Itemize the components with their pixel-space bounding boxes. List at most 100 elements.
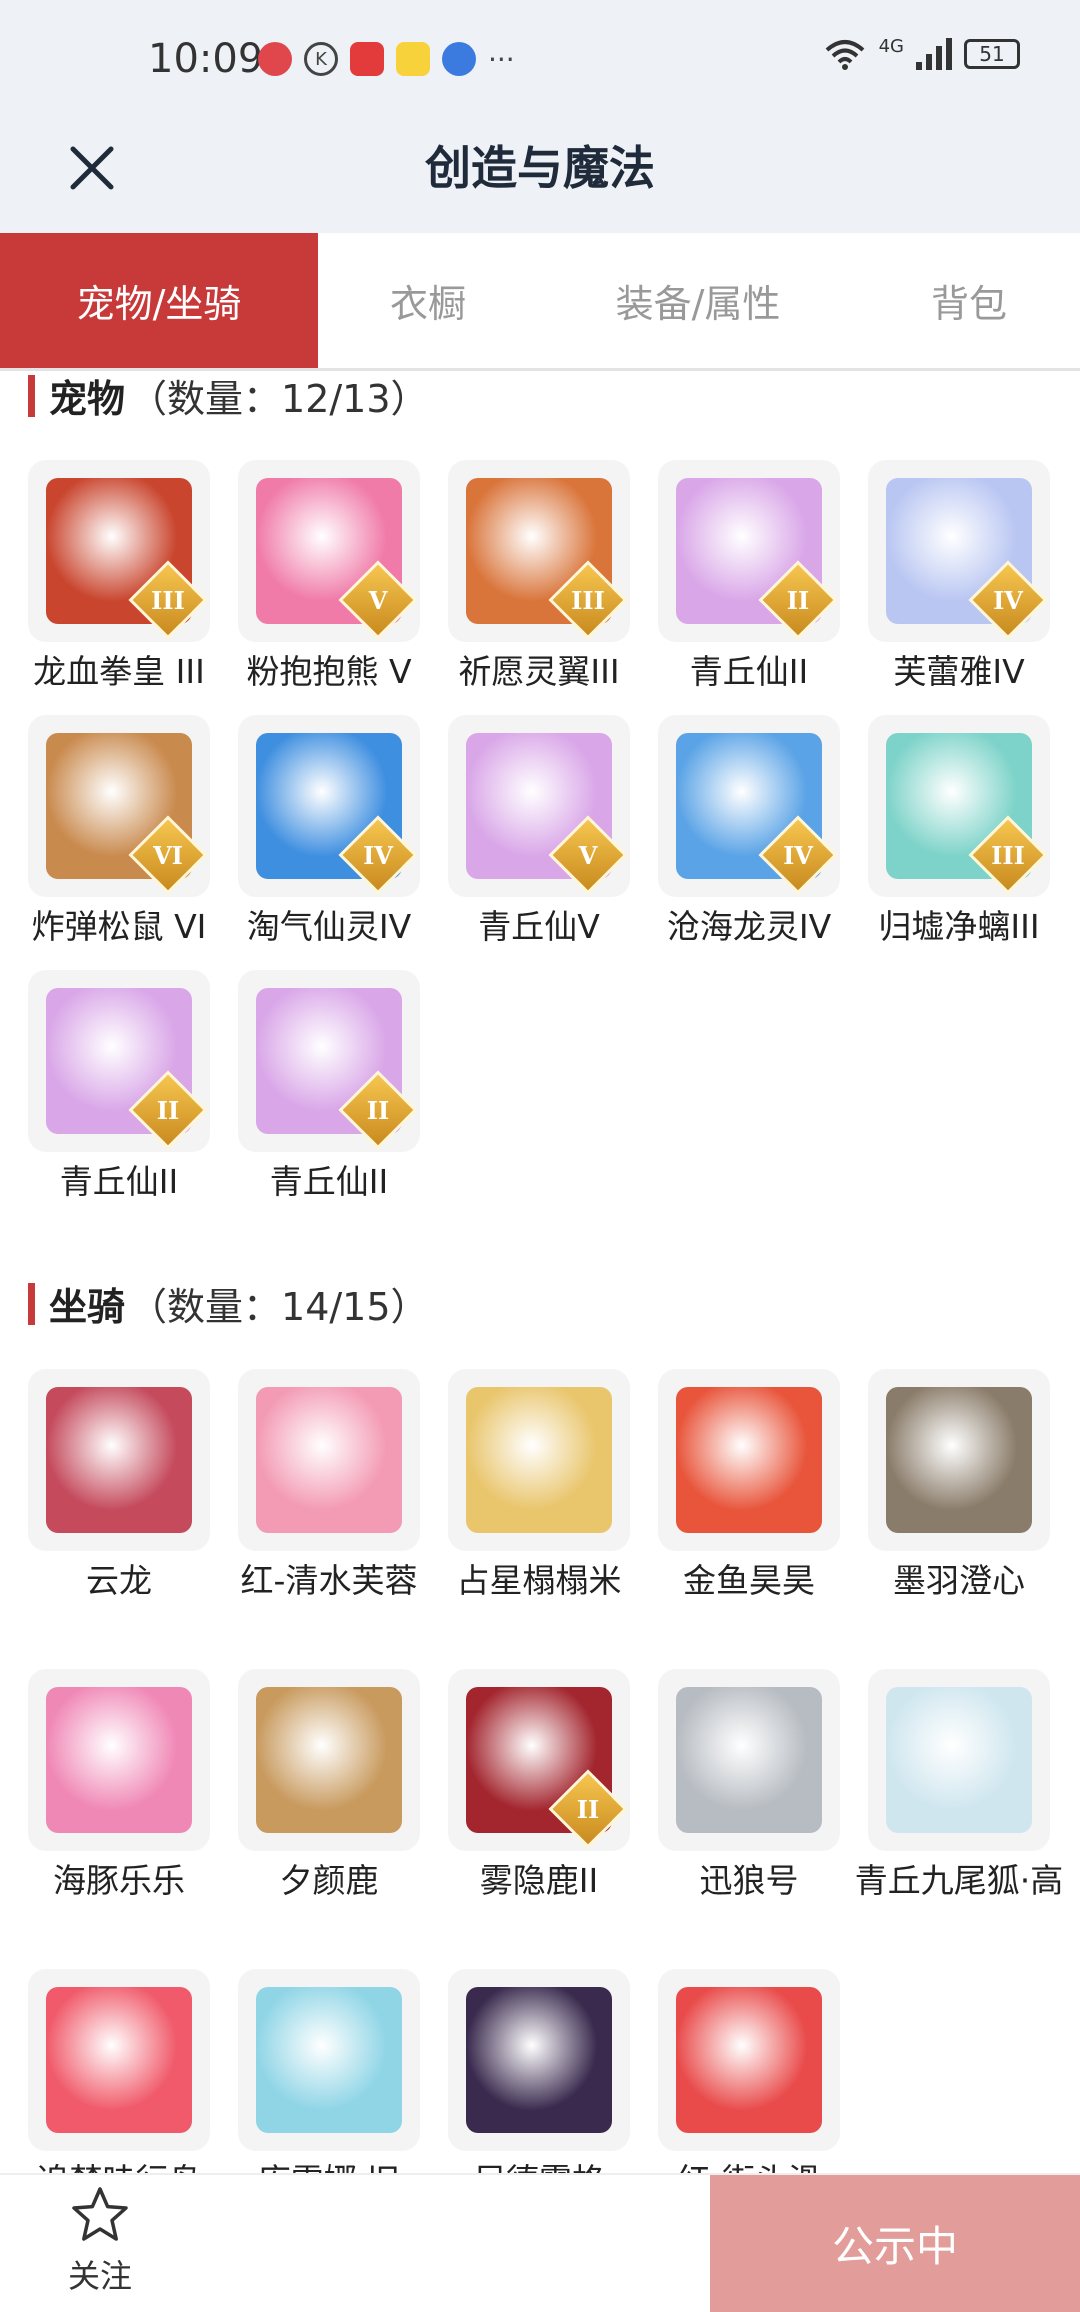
- rank-label: V: [368, 585, 388, 615]
- status-bar: 10:09 K ··· 4G 51: [0, 0, 1080, 120]
- mounts-artwork: [256, 1387, 402, 1533]
- pets-thumbnail: IV: [658, 715, 840, 897]
- browser-app-icon: [442, 42, 476, 76]
- mounts-name: 红-街头滑: [644, 2159, 854, 2173]
- mounts-item[interactable]: 库雷娜·旧: [238, 1969, 420, 2173]
- mounts-thumbnail: [28, 1669, 210, 1851]
- pets-item[interactable]: IV 芙蕾雅IV: [868, 460, 1050, 694]
- collection-content[interactable]: 宠物 （数量：12/13） III 龙血拳皇 III V 粉抱抱熊 V III 祈愿灵翼I…: [0, 368, 1080, 2173]
- follow-label: 关注: [67, 2257, 132, 2295]
- mounts-name: 云龙: [86, 1561, 152, 1600]
- mounts-item[interactable]: 尼德霍格: [448, 1969, 630, 2173]
- pets-thumbnail: V: [238, 460, 420, 642]
- mounts-thumbnail: [658, 1369, 840, 1551]
- mounts-item[interactable]: 云龙: [28, 1369, 210, 1603]
- rank-label: IV: [993, 585, 1023, 615]
- mounts-name: 墨羽澄心: [893, 1561, 1025, 1600]
- pets-item[interactable]: IV 沧海龙灵IV: [658, 715, 840, 949]
- pets-name: 沧海龙灵IV: [666, 907, 832, 946]
- pets-name: 青丘仙II: [689, 652, 809, 691]
- mounts-item[interactable]: 夕颜鹿: [238, 1669, 420, 1903]
- tab-pets-mounts[interactable]: 宠物/坐骑: [0, 233, 318, 368]
- bottom-bar: 关注 公示中: [0, 2173, 1080, 2312]
- more-notifications-icon: ···: [488, 42, 515, 76]
- pets-thumbnail: II: [658, 460, 840, 642]
- pets-item[interactable]: III 祈愿灵翼III: [448, 460, 630, 694]
- mounts-thumbnail: [28, 1969, 210, 2151]
- mounts-thumbnail: [448, 1369, 630, 1551]
- k-app-icon: K: [304, 42, 338, 76]
- mounts-name: 追梦哇行鸟: [14, 2159, 224, 2173]
- mounts-item[interactable]: 金鱼昊昊: [658, 1369, 840, 1603]
- mounts-item[interactable]: 迅狼号: [658, 1669, 840, 1903]
- mounts-name: 金鱼昊昊: [683, 1561, 815, 1600]
- mounts-section-header: 坐骑 （数量：14/15）: [28, 1276, 429, 1331]
- tab-backpack[interactable]: 背包: [858, 233, 1080, 368]
- mounts-section-title: 坐骑: [49, 1285, 126, 1329]
- page-title: 创造与魔法: [425, 141, 655, 195]
- pets-name: 青丘仙V: [478, 907, 600, 946]
- mounts-name: 尼德霍格: [434, 2159, 644, 2173]
- mounts-thumbnail: [868, 1369, 1050, 1551]
- public-status-button[interactable]: 公示中: [710, 2175, 1080, 2312]
- signal-icon: [916, 38, 952, 70]
- mounts-artwork: [46, 1987, 192, 2133]
- mounts-thumbnail: [658, 1669, 840, 1851]
- pets-item[interactable]: V 粉抱抱熊 V: [238, 460, 420, 694]
- pets-section-count: （数量：12/13）: [129, 377, 429, 421]
- mounts-item[interactable]: 追梦哇行鸟: [28, 1969, 210, 2173]
- app-notification-icon: [258, 42, 292, 76]
- tab-equipment[interactable]: 装备/属性: [538, 233, 858, 368]
- mounts-name: 青丘九尾狐·高: [854, 1861, 1064, 1900]
- mounts-item[interactable]: 墨羽澄心: [868, 1369, 1050, 1603]
- mounts-thumbnail: [868, 1669, 1050, 1851]
- mounts-item[interactable]: II 雾隐鹿II: [448, 1669, 630, 1903]
- pets-item[interactable]: III 归墟净螭III: [868, 715, 1050, 949]
- battery-icon: 51: [964, 39, 1020, 69]
- tab-wardrobe[interactable]: 衣橱: [318, 233, 538, 368]
- pets-item[interactable]: II 青丘仙II: [28, 970, 210, 1204]
- mounts-name: 海豚乐乐: [53, 1861, 185, 1900]
- rank-label: II: [786, 585, 810, 615]
- pets-thumbnail: III: [28, 460, 210, 642]
- mounts-name: 雾隐鹿II: [479, 1861, 599, 1900]
- pets-item[interactable]: II 青丘仙II: [658, 460, 840, 694]
- mounts-artwork: [676, 1987, 822, 2133]
- header: 创造与魔法: [0, 120, 1080, 233]
- section-accent-bar: [28, 1282, 35, 1325]
- wifi-icon: [825, 40, 864, 70]
- mounts-thumbnail: [658, 1969, 840, 2151]
- pets-thumbnail: V: [448, 715, 630, 897]
- notification-icons: K ···: [258, 42, 515, 76]
- mounts-name: 夕颜鹿: [279, 1861, 379, 1900]
- pets-thumbnail: II: [28, 970, 210, 1152]
- tab-bar: 宠物/坐骑 衣橱 装备/属性 背包: [0, 233, 1080, 371]
- mounts-item[interactable]: 占星榻榻米: [448, 1369, 630, 1603]
- mounts-item[interactable]: 红-街头滑: [658, 1969, 840, 2173]
- rank-label: II: [156, 1095, 180, 1125]
- follow-button[interactable]: 关注: [40, 2185, 160, 2297]
- mounts-section-count: （数量：14/15）: [129, 1285, 429, 1329]
- pets-name: 淘气仙灵IV: [246, 907, 412, 946]
- mounts-name: 占星榻榻米: [456, 1561, 622, 1600]
- rank-label: III: [151, 585, 185, 615]
- pets-thumbnail: II: [238, 970, 420, 1152]
- mounts-item[interactable]: 海豚乐乐: [28, 1669, 210, 1903]
- mounts-item[interactable]: 红-清水芙蓉: [238, 1369, 420, 1603]
- rank-label: II: [576, 1794, 600, 1824]
- pets-item[interactable]: III 龙血拳皇 III: [28, 460, 210, 694]
- weibo-app-icon: [396, 42, 430, 76]
- pets-thumbnail: IV: [868, 460, 1050, 642]
- pets-section-header: 宠物 （数量：12/13）: [28, 368, 429, 423]
- mounts-name: 迅狼号: [699, 1861, 799, 1900]
- pets-item[interactable]: V 青丘仙V: [448, 715, 630, 949]
- mounts-item[interactable]: 青丘九尾狐·高: [855, 1669, 1063, 1903]
- pets-item[interactable]: VI 炸弹松鼠 VI: [28, 715, 210, 949]
- battery-level: 51: [979, 42, 1005, 66]
- pets-item[interactable]: II 青丘仙II: [238, 970, 420, 1204]
- mounts-thumbnail: II: [448, 1669, 630, 1851]
- mounts-artwork: [886, 1687, 1032, 1833]
- pets-name: 芙蕾雅IV: [893, 652, 1025, 691]
- pets-item[interactable]: IV 淘气仙灵IV: [238, 715, 420, 949]
- mounts-thumbnail: [238, 1969, 420, 2151]
